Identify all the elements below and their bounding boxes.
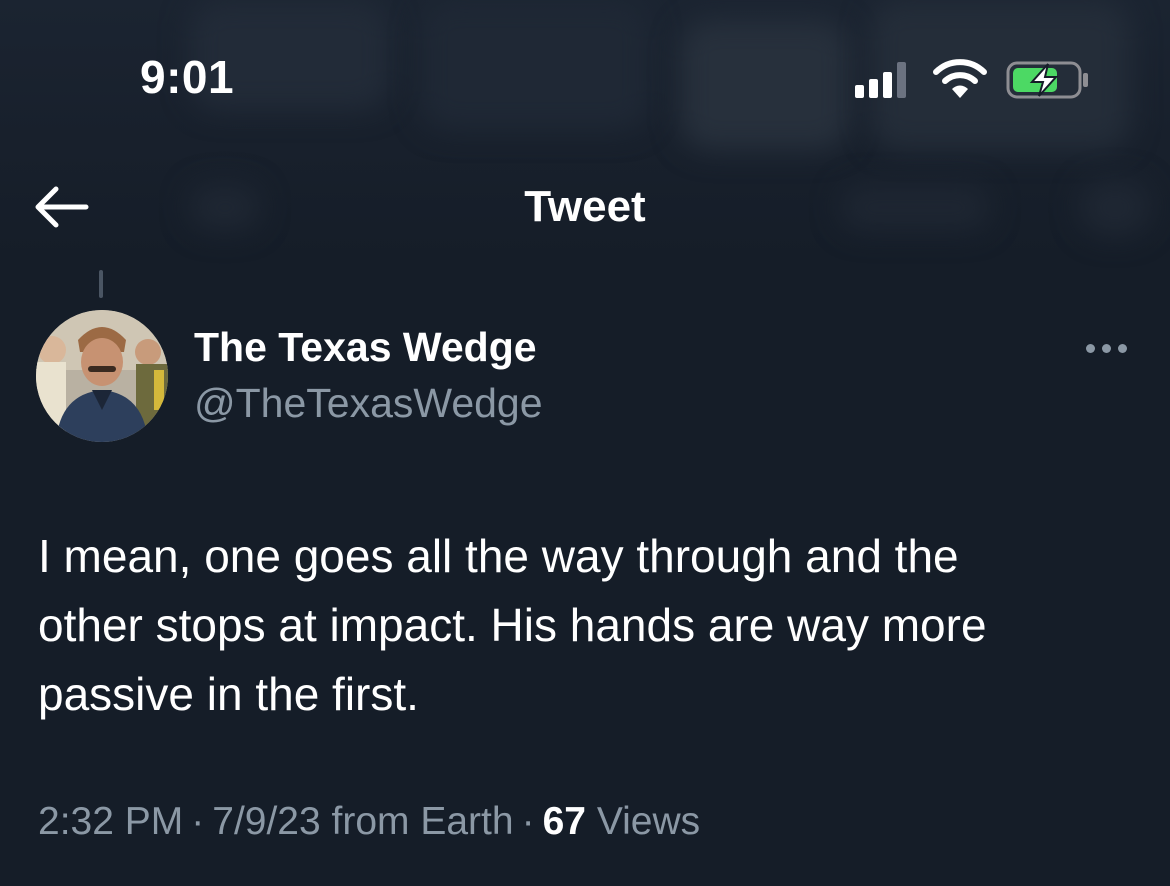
tweet-metadata: 2:32 PM · 7/9/23 from Earth · 67 Views <box>38 800 700 844</box>
tweet-text-line: I mean, one goes all the way through and… <box>38 530 959 582</box>
tweet-timestamp[interactable]: 2:32 PM <box>38 800 183 843</box>
status-bar: 9:01 <box>0 0 1170 150</box>
avatar[interactable] <box>36 310 168 442</box>
author-handle[interactable]: @TheTexasWedge <box>194 380 543 427</box>
wifi-icon <box>932 58 988 100</box>
meta-separator: · <box>191 800 205 843</box>
tweet-text: I mean, one goes all the way through and… <box>38 522 1138 729</box>
author-display-name[interactable]: The Texas Wedge <box>194 324 537 371</box>
views-label: Views <box>596 800 701 843</box>
tweet-text-line: other stops at impact. His hands are way… <box>38 599 987 651</box>
cellular-signal-icon <box>855 58 915 98</box>
status-time: 9:01 <box>140 51 235 103</box>
views-link[interactable]: 67 Views <box>543 800 701 843</box>
thread-connector-line <box>99 270 103 298</box>
avatar-photo <box>36 310 168 442</box>
views-count: 67 <box>542 800 586 843</box>
meta-separator: · <box>521 800 535 843</box>
tweet-date-source: 7/9/23 from Earth <box>212 800 514 843</box>
tweet-text-line: passive in the first. <box>38 668 419 720</box>
more-options-button[interactable] <box>1082 338 1132 360</box>
nav-bar: Tweet <box>0 160 1170 260</box>
tweet-detail-screen: 9:01 Tweet The Texas Wedge @TheTexasWedg… <box>0 0 1170 886</box>
page-title: Tweet <box>524 182 646 231</box>
battery-charging-icon <box>1006 60 1090 100</box>
